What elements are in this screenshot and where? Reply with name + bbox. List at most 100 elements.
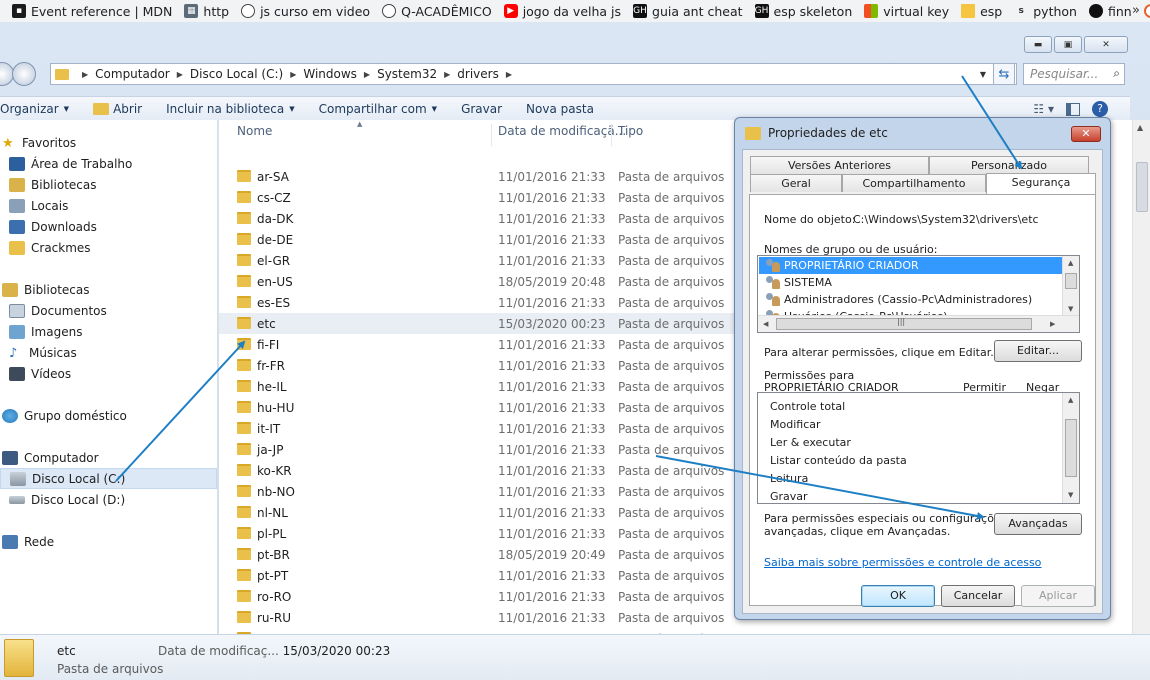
sidebar-item-crackmes[interactable]: Crackmes	[9, 237, 91, 258]
bookmark-q-academico[interactable]: Q-ACADÊMICO	[382, 4, 492, 19]
view-mode-icon[interactable]: ☷ ▾	[1033, 102, 1054, 116]
sidebar-item-disk-c[interactable]: Disco Local (C:)	[0, 468, 217, 489]
sidebar-item-videos[interactable]: Vídeos	[9, 363, 71, 384]
edit-button[interactable]: Editar...	[994, 340, 1082, 362]
bookmark-guia-ant-cheat[interactable]: GH guia ant cheat	[633, 4, 743, 19]
bookmark-js-curso[interactable]: js curso em video	[241, 4, 370, 19]
column-header-name[interactable]: Nome	[237, 124, 272, 146]
ok-button[interactable]: OK	[861, 585, 935, 607]
scrollbar-thumb[interactable]	[1065, 273, 1077, 289]
scrollbar-thumb[interactable]	[1065, 419, 1077, 477]
breadcrumb-drivers[interactable]: drivers	[457, 67, 499, 81]
table-row[interactable]: it-IT 11/01/2016 21:33 Pasta de arquivos	[219, 418, 739, 439]
bookmark-gh[interactable]: GH	[1143, 4, 1150, 19]
permissions-scrollbar[interactable]: ▲ ▼	[1062, 393, 1079, 503]
sidebar-item-computer[interactable]: Computador	[2, 447, 99, 468]
scroll-left-icon[interactable]: ◀	[763, 320, 768, 328]
bookmark-python[interactable]: s python	[1014, 4, 1077, 19]
sidebar-item-homegroup[interactable]: Grupo doméstico	[2, 405, 127, 426]
organize-button[interactable]: Organizar ▼	[0, 102, 69, 116]
bookmark-mdn[interactable]: ▪ Event reference | MDN	[12, 4, 172, 19]
bookmark-esp-skeleton[interactable]: GH esp skeleton	[754, 4, 852, 19]
table-row[interactable]: ro-RO 11/01/2016 21:33 Pasta de arquivos	[219, 586, 739, 607]
bookmark-finn[interactable]: finn	[1088, 4, 1132, 19]
include-library-button[interactable]: Incluir na biblioteca ▼	[166, 102, 295, 116]
bookmark-esp[interactable]: esp	[961, 4, 1002, 19]
cancel-button[interactable]: Cancelar	[941, 585, 1015, 607]
search-input[interactable]: Pesquisar... ⌕	[1023, 63, 1125, 85]
preview-pane-icon[interactable]	[1066, 102, 1080, 116]
sidebar-item-libraries-fav[interactable]: Bibliotecas	[9, 174, 96, 195]
table-row[interactable]: ar-SA 11/01/2016 21:33 Pasta de arquivos	[219, 166, 739, 187]
sidebar-item-desktop[interactable]: Área de Trabalho	[9, 153, 132, 174]
scroll-down-icon[interactable]: ▼	[1068, 305, 1073, 313]
table-row[interactable]: pl-PL 11/01/2016 21:33 Pasta de arquivos	[219, 523, 739, 544]
bookmark-jogo-da-velha[interactable]: ▶ jogo da velha js	[503, 4, 621, 19]
share-button[interactable]: Compartilhar com ▼	[319, 102, 437, 116]
open-button[interactable]: Abrir	[93, 102, 142, 116]
scroll-right-icon[interactable]: ▶	[1050, 320, 1055, 328]
bookmark-http[interactable]: ▦ http	[184, 4, 229, 19]
learn-more-link[interactable]: Saiba mais sobre permissões e controle d…	[764, 556, 1041, 569]
table-row[interactable]: cs-CZ 11/01/2016 21:33 Pasta de arquivos	[219, 187, 739, 208]
scrollbar-thumb[interactable]	[1136, 162, 1148, 212]
address-dropdown-icon[interactable]: ▼	[980, 70, 986, 79]
new-folder-button[interactable]: Nova pasta	[526, 102, 594, 116]
table-row[interactable]: ko-KR 11/01/2016 21:33 Pasta de arquivos	[219, 460, 739, 481]
apply-button[interactable]: Aplicar	[1021, 585, 1095, 607]
tab-custom[interactable]: Personalizado	[929, 156, 1089, 174]
table-row[interactable]: pt-BR 18/05/2019 20:49 Pasta de arquivos	[219, 544, 739, 565]
scroll-up-icon[interactable]: ▲	[1068, 396, 1073, 404]
sidebar-item-disk-d[interactable]: Disco Local (D:)	[9, 489, 125, 510]
table-row[interactable]: el-GR 11/01/2016 21:33 Pasta de arquivos	[219, 250, 739, 271]
dialog-close-button[interactable]: ✕	[1071, 126, 1101, 142]
column-separator[interactable]	[611, 124, 612, 146]
column-header-type[interactable]: Tipo	[618, 124, 643, 146]
list-item[interactable]: PROPRIETÁRIO CRIADOR	[759, 257, 1062, 274]
sidebar-item-favorites[interactable]: ★ Favoritos	[2, 132, 76, 153]
table-row[interactable]: de-DE 11/01/2016 21:33 Pasta de arquivos	[219, 229, 739, 250]
table-row[interactable]: ja-JP 11/01/2016 21:33 Pasta de arquivos	[219, 439, 739, 460]
breadcrumb-windows[interactable]: Windows	[303, 67, 357, 81]
list-item[interactable]: Administradores (Cassio-Pc\Administrador…	[759, 291, 1062, 308]
users-listbox[interactable]: PROPRIETÁRIO CRIADOR SISTEMA Administrad…	[757, 255, 1080, 333]
tab-security[interactable]: Segurança	[986, 173, 1096, 194]
scroll-up-icon[interactable]: ▲	[1068, 259, 1073, 267]
listbox-horizontal-scrollbar[interactable]: ◀ ||| ▶	[758, 315, 1079, 332]
breadcrumb-computer[interactable]: Computador	[95, 67, 170, 81]
table-row[interactable]: he-IL 11/01/2016 21:33 Pasta de arquivos	[219, 376, 739, 397]
breadcrumb-system32[interactable]: System32	[377, 67, 437, 81]
advanced-button[interactable]: Avançadas	[994, 513, 1082, 535]
table-row[interactable]: ru-RU 11/01/2016 21:33 Pasta de arquivos	[219, 607, 739, 628]
tab-previous-versions[interactable]: Versões Anteriores	[750, 156, 929, 174]
sidebar-item-images[interactable]: Imagens	[9, 321, 82, 342]
help-icon[interactable]: ?	[1092, 101, 1108, 117]
minimize-button[interactable]: ▬	[1024, 36, 1052, 53]
more-bookmarks-icon[interactable]: »	[1132, 3, 1140, 18]
table-row[interactable]: nl-NL 11/01/2016 21:33 Pasta de arquivos	[219, 502, 739, 523]
tab-general[interactable]: Geral	[750, 174, 842, 192]
scroll-up-icon[interactable]: ▲	[1137, 123, 1143, 132]
sidebar-item-places[interactable]: Locais	[9, 195, 68, 216]
table-row[interactable]: pt-PT 11/01/2016 21:33 Pasta de arquivos	[219, 565, 739, 586]
table-row[interactable]: nb-NO 11/01/2016 21:33 Pasta de arquivos	[219, 481, 739, 502]
table-row[interactable]: da-DK 11/01/2016 21:33 Pasta de arquivos	[219, 208, 739, 229]
dialog-title-bar[interactable]: Propriedades de etc	[735, 118, 1110, 148]
address-bar[interactable]: ▶ Computador ▶ Disco Local (C:) ▶ Window…	[50, 63, 1017, 85]
table-row[interactable]: hu-HU 11/01/2016 21:33 Pasta de arquivos	[219, 397, 739, 418]
sidebar-item-music[interactable]: ♪ Músicas	[9, 342, 77, 363]
sidebar-item-network[interactable]: Rede	[2, 531, 54, 552]
table-row[interactable]: etc 15/03/2020 00:23 Pasta de arquivos	[219, 313, 739, 334]
maximize-button[interactable]: ▣	[1054, 36, 1082, 53]
column-separator[interactable]	[491, 124, 492, 146]
table-row[interactable]: fi-FI 11/01/2016 21:33 Pasta de arquivos	[219, 334, 739, 355]
close-button[interactable]: ✕	[1084, 36, 1128, 53]
forward-button[interactable]	[12, 62, 36, 86]
sidebar-item-documents[interactable]: Documentos	[9, 300, 107, 321]
table-row[interactable]: en-US 18/05/2019 20:48 Pasta de arquivos	[219, 271, 739, 292]
listbox-vertical-scrollbar[interactable]: ▲ ▼	[1062, 256, 1079, 316]
vertical-scrollbar[interactable]: ▲	[1132, 120, 1150, 656]
tab-sharing[interactable]: Compartilhamento	[842, 174, 986, 192]
table-row[interactable]: es-ES 11/01/2016 21:33 Pasta de arquivos	[219, 292, 739, 313]
list-item[interactable]: SISTEMA	[759, 274, 1062, 291]
